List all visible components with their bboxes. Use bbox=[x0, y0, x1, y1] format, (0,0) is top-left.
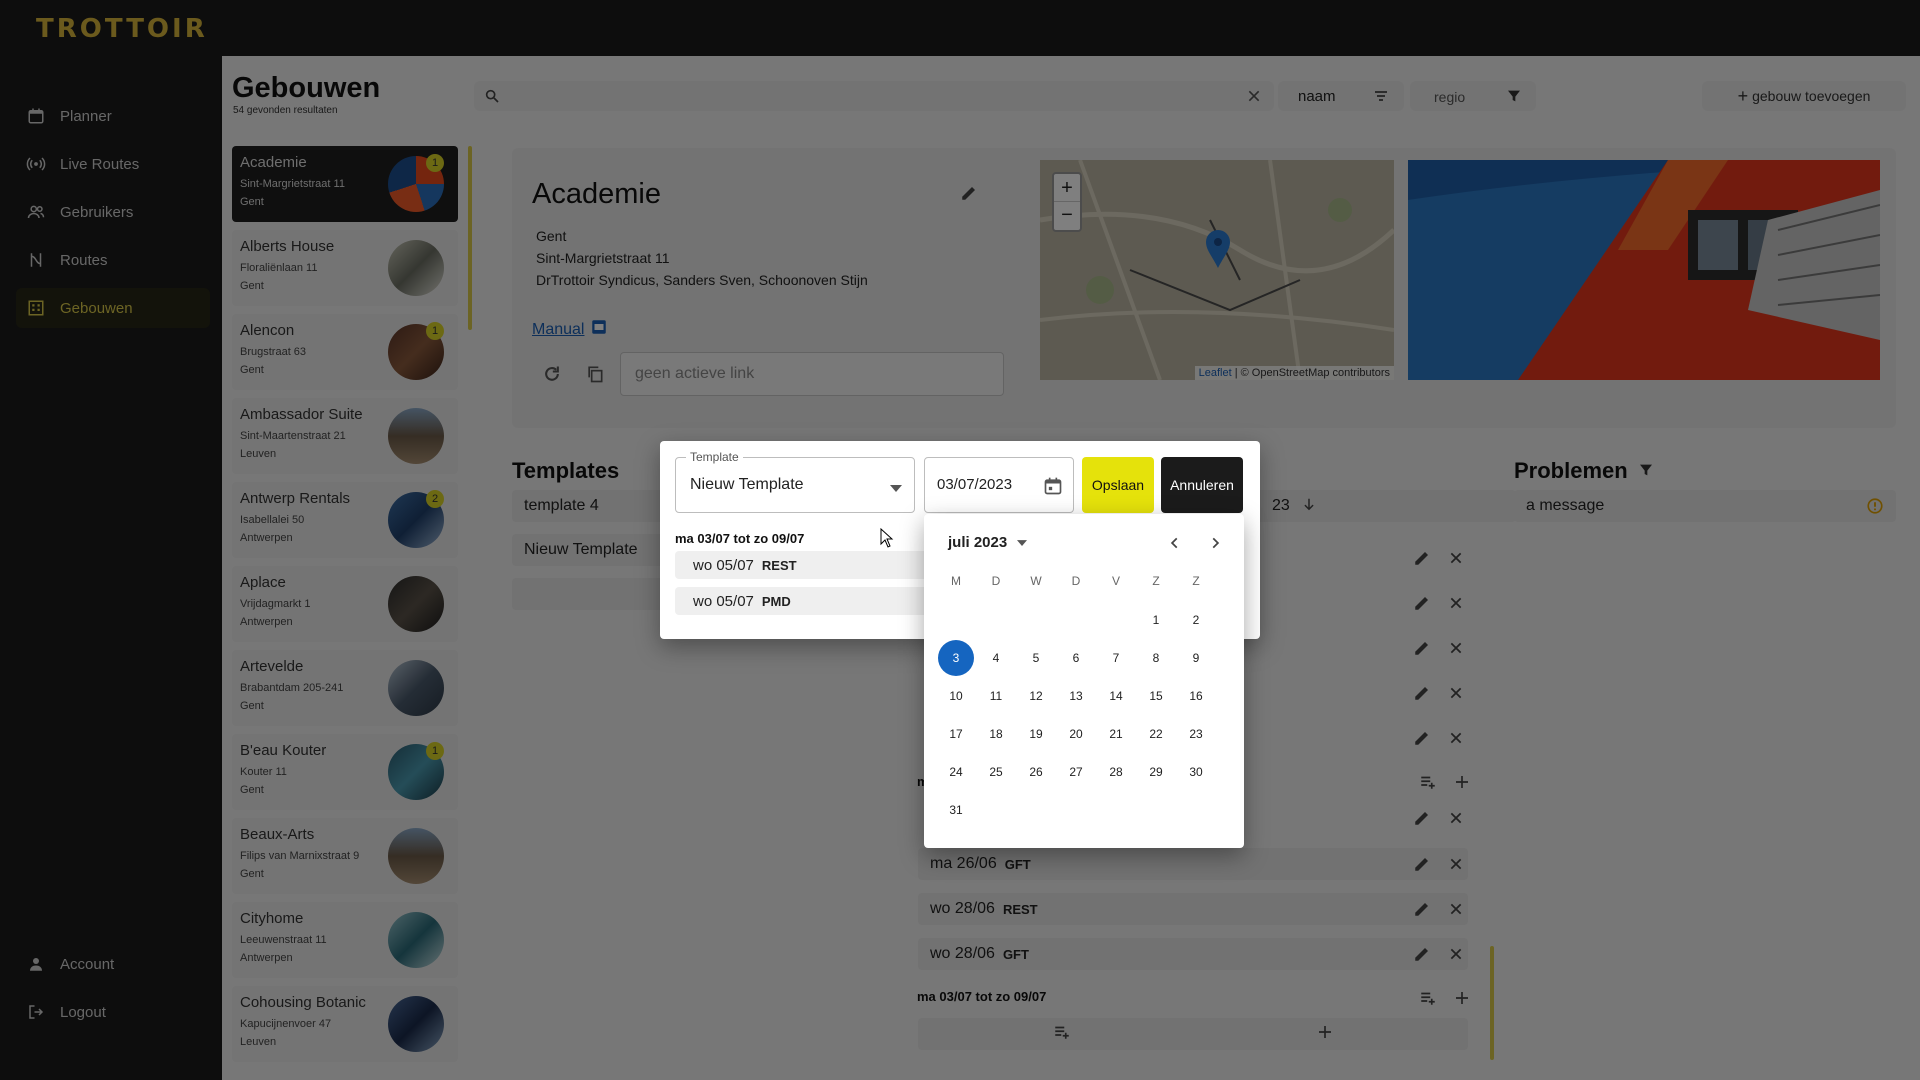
calendar-day[interactable]: 12 bbox=[1018, 678, 1054, 714]
calendar-day[interactable]: 27 bbox=[1058, 754, 1094, 790]
weekday-header: Z bbox=[1152, 574, 1160, 588]
entry-date: wo 05/07 bbox=[693, 556, 754, 574]
calendar-day[interactable]: 20 bbox=[1058, 716, 1094, 752]
save-button[interactable]: Opslaan bbox=[1082, 457, 1154, 513]
template-select[interactable]: Template Nieuw Template bbox=[675, 450, 915, 513]
calendar-day[interactable]: 10 bbox=[938, 678, 974, 714]
calendar-day[interactable]: 19 bbox=[1018, 716, 1054, 752]
dialog-week-label: ma 03/07 tot zo 09/07 bbox=[675, 531, 805, 546]
weekday-header: D bbox=[991, 574, 1001, 588]
calendar-day[interactable]: 1 bbox=[1138, 602, 1174, 638]
calendar-day[interactable]: 21 bbox=[1098, 716, 1134, 752]
calendar-day[interactable]: 9 bbox=[1178, 640, 1214, 676]
chevron-down-icon bbox=[1017, 534, 1028, 551]
calendar-icon[interactable] bbox=[1043, 476, 1063, 501]
calendar-day[interactable]: 18 bbox=[978, 716, 1014, 752]
calendar-day[interactable]: 14 bbox=[1098, 678, 1134, 714]
template-select-value: Nieuw Template bbox=[690, 476, 804, 493]
calendar-day[interactable]: 17 bbox=[938, 716, 974, 752]
weekday-header: M bbox=[951, 574, 961, 588]
cancel-button[interactable]: Annuleren bbox=[1161, 457, 1243, 513]
calendar-day[interactable]: 11 bbox=[978, 678, 1014, 714]
calendar-day[interactable]: 31 bbox=[938, 792, 974, 828]
weekday-header: Z bbox=[1192, 574, 1200, 588]
calendar-day[interactable]: 29 bbox=[1138, 754, 1174, 790]
calendar-day[interactable]: 6 bbox=[1058, 640, 1094, 676]
calendar-day[interactable]: 5 bbox=[1018, 640, 1054, 676]
weekday-header: D bbox=[1071, 574, 1081, 588]
weekday-header: W bbox=[1030, 574, 1042, 588]
mouse-cursor-icon bbox=[880, 527, 894, 553]
chevron-right-icon[interactable] bbox=[1208, 536, 1222, 555]
calendar-day[interactable]: 15 bbox=[1138, 678, 1174, 714]
calendar-day[interactable]: 25 bbox=[978, 754, 1014, 790]
month-label: juli 2023 bbox=[948, 534, 1008, 551]
calendar-day[interactable]: 24 bbox=[938, 754, 974, 790]
chevron-down-icon bbox=[890, 480, 902, 498]
calendar-day[interactable]: 22 bbox=[1138, 716, 1174, 752]
entry-type: REST bbox=[761, 557, 797, 573]
calendar-day[interactable]: 3 bbox=[938, 640, 974, 676]
date-field[interactable]: 03/07/2023 bbox=[924, 457, 1074, 513]
calendar-day[interactable]: 2 bbox=[1178, 602, 1214, 638]
calendar-day[interactable]: 7 bbox=[1098, 640, 1134, 676]
calendar-day[interactable]: 16 bbox=[1178, 678, 1214, 714]
template-select-label: Template bbox=[686, 450, 743, 464]
month-selector[interactable]: juli 2023 bbox=[948, 534, 1028, 551]
calendar-day[interactable]: 28 bbox=[1098, 754, 1134, 790]
chevron-left-icon[interactable] bbox=[1168, 536, 1182, 555]
calendar-day[interactable]: 8 bbox=[1138, 640, 1174, 676]
weekday-header: V bbox=[1111, 574, 1120, 588]
calendar-day[interactable]: 23 bbox=[1178, 716, 1214, 752]
entry-date: wo 05/07 bbox=[693, 592, 754, 610]
calendar-day[interactable]: 26 bbox=[1018, 754, 1054, 790]
calendar-day[interactable]: 30 bbox=[1178, 754, 1214, 790]
date-field-value: 03/07/2023 bbox=[937, 476, 1013, 493]
date-picker-popup: juli 2023 MDWDVZZ 1 2 3 4 5 6 7 8 9 10 11 12 13 14 15 1… bbox=[924, 514, 1244, 848]
entry-type: PMD bbox=[761, 593, 791, 609]
calendar-day[interactable]: 13 bbox=[1058, 678, 1094, 714]
calendar-day[interactable]: 4 bbox=[978, 640, 1014, 676]
